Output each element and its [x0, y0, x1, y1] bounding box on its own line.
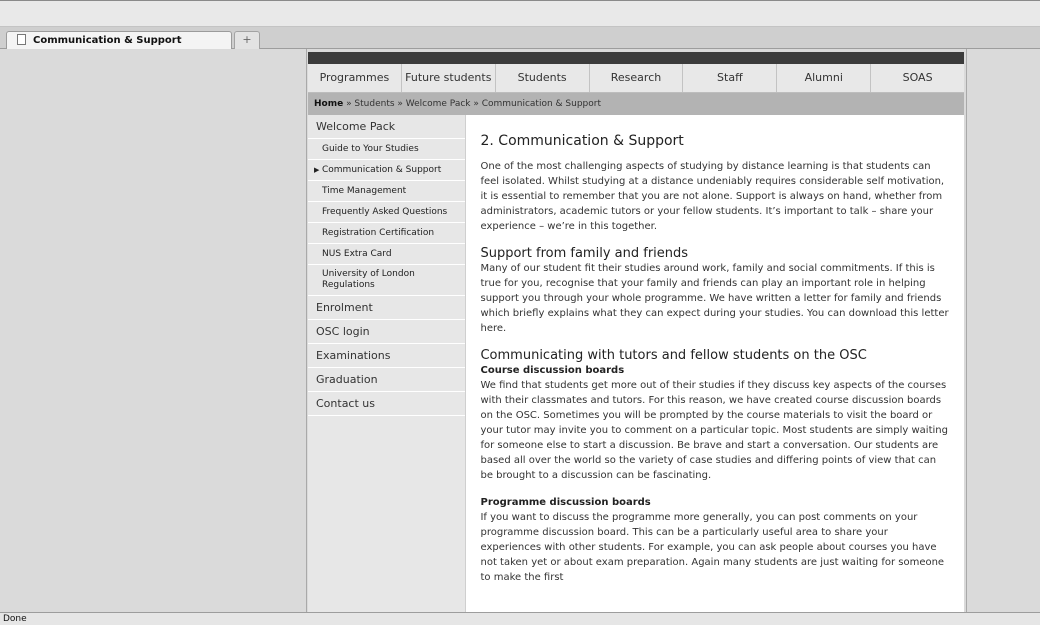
sidebar-heading-welcome-pack[interactable]: Welcome Pack [308, 115, 466, 139]
status-bar: Done [0, 612, 1040, 625]
page-viewport: Programmes Future students Students Rese… [0, 49, 1040, 612]
document-icon [17, 34, 26, 45]
sidebar-item-communication-support[interactable]: ▶ Communication & Support [308, 160, 466, 181]
page-divider-left [306, 49, 307, 612]
sidebar-item-enrolment[interactable]: Enrolment [308, 296, 466, 320]
header-band [308, 52, 964, 64]
course-boards-paragraph: We find that students get more out of th… [480, 380, 948, 481]
sidebar-item-registration-certification[interactable]: Registration Certification [308, 223, 466, 244]
nav-research[interactable]: Research [590, 64, 684, 92]
nav-students[interactable]: Students [496, 64, 590, 92]
sidebar-item-faq[interactable]: Frequently Asked Questions [308, 202, 466, 223]
sidebar: Welcome Pack Guide to Your Studies ▶ Com… [308, 115, 467, 612]
nav-future-students[interactable]: Future students [402, 64, 496, 92]
sidebar-item-examinations[interactable]: Examinations [308, 344, 466, 368]
new-tab-button[interactable]: + [234, 31, 260, 49]
tab-label: Communication & Support [33, 35, 182, 46]
nav-programmes[interactable]: Programmes [308, 64, 402, 92]
tab-strip: Communication & Support + [0, 27, 1040, 49]
sidebar-item-nus-extra-card[interactable]: NUS Extra Card [308, 244, 466, 265]
sidebar-item-osc-login[interactable]: OSC login [308, 320, 466, 344]
intro-paragraph: One of the most challenging aspects of s… [480, 161, 945, 232]
main-nav: Programmes Future students Students Rese… [308, 64, 964, 93]
family-paragraph: Many of our student fit their studies ar… [480, 263, 949, 334]
sidebar-item-guide[interactable]: Guide to Your Studies [308, 139, 466, 160]
nav-soas[interactable]: SOAS [871, 64, 964, 92]
main-content: 2. Communication & Support One of the mo… [466, 115, 964, 612]
nav-alumni[interactable]: Alumni [777, 64, 872, 92]
family-heading: Support from family and friends [480, 246, 689, 261]
breadcrumb-home-link[interactable]: Home [314, 99, 343, 109]
sidebar-item-graduation[interactable]: Graduation [308, 368, 466, 392]
sidebar-item-regulations[interactable]: University of London Regulations [308, 265, 466, 296]
browser-toolbar [0, 0, 1040, 27]
sidebar-item-time-management[interactable]: Time Management [308, 181, 466, 202]
programme-boards-heading: Programme discussion boards [480, 497, 651, 508]
current-page-arrow-icon: ▶ [314, 166, 320, 174]
sidebar-item-label: Communication & Support [322, 165, 442, 175]
programme-boards-paragraph: If you want to discuss the programme mor… [480, 512, 945, 583]
nav-staff[interactable]: Staff [683, 64, 778, 92]
page-title: 2. Communication & Support [480, 133, 684, 149]
osc-heading: Communicating with tutors and fellow stu… [480, 348, 867, 363]
site-container: Programmes Future students Students Rese… [308, 52, 964, 612]
page-divider-right [966, 49, 967, 612]
course-boards-heading: Course discussion boards [480, 365, 625, 376]
breadcrumb-trail[interactable]: » Students » Welcome Pack » Communicatio… [343, 99, 601, 109]
sidebar-item-contact-us[interactable]: Contact us [308, 392, 466, 416]
tab-communication-support[interactable]: Communication & Support [6, 31, 232, 49]
breadcrumb: Home » Students » Welcome Pack » Communi… [308, 93, 964, 115]
